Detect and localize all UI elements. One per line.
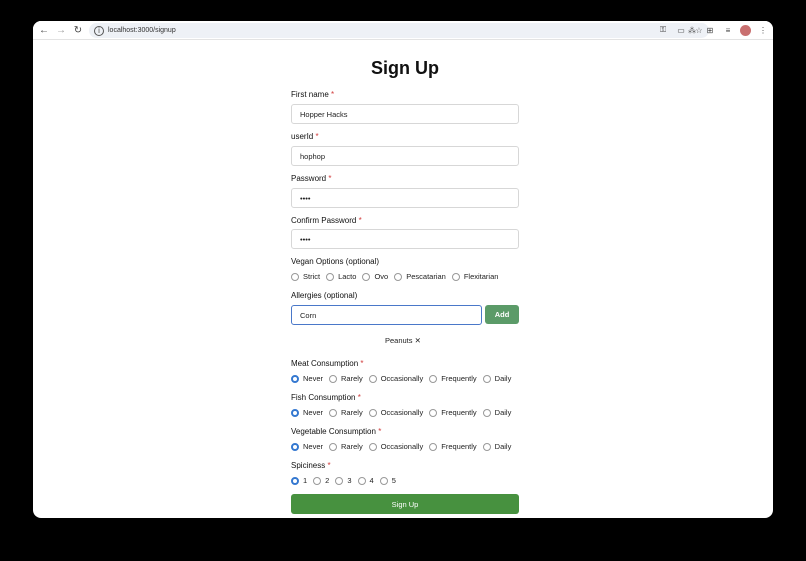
radio-icon[interactable]: [482, 408, 491, 417]
confirm-password-label: Confirm Password *: [291, 216, 362, 225]
radio-icon[interactable]: [429, 442, 438, 451]
vegetable-option[interactable]: Never: [291, 442, 323, 451]
fish-options: Never Rarely Occasionally Frequently Dai…: [291, 408, 517, 417]
vegetable-option[interactable]: Daily: [482, 442, 511, 451]
browser-window: ← → ↻ i localhost:3000/signup ⚿ ▭ ☆ ⁂ ⊞ …: [33, 21, 773, 518]
first-name-label: First name *: [291, 90, 335, 99]
radio-icon[interactable]: [329, 442, 338, 451]
radio-icon[interactable]: [357, 476, 366, 485]
fish-option[interactable]: Daily: [482, 408, 511, 417]
sign-up-button[interactable]: Sign Up: [291, 494, 519, 514]
user-id-input[interactable]: hophop: [291, 146, 519, 166]
user-id-label: userId *: [291, 132, 319, 141]
allergy-tag[interactable]: Peanuts ✕: [385, 336, 421, 345]
forward-arrow-icon[interactable]: →: [54, 23, 68, 37]
spiciness-option[interactable]: 2: [313, 476, 329, 485]
spiciness-label: Spiciness *: [291, 461, 331, 470]
add-allergy-button[interactable]: Add: [485, 305, 519, 324]
allergies-label: Allergies (optional): [291, 291, 358, 300]
fish-option[interactable]: Occasionally: [368, 408, 423, 417]
info-icon[interactable]: i: [94, 25, 104, 36]
radio-icon[interactable]: [379, 476, 388, 485]
radio-icon[interactable]: [335, 476, 344, 485]
radio-checked-icon[interactable]: [291, 408, 299, 417]
radio-icon[interactable]: [313, 476, 322, 485]
menu-icon[interactable]: ⋮: [757, 24, 769, 36]
radio-icon[interactable]: [329, 408, 338, 417]
puzzle-icon[interactable]: ⊞: [704, 24, 716, 36]
tab-search-icon[interactable]: ≡: [722, 24, 734, 36]
meat-option[interactable]: Never: [291, 374, 323, 383]
vegetable-option[interactable]: Frequently: [429, 442, 477, 451]
meat-option[interactable]: Frequently: [429, 374, 477, 383]
extension-shortcut-icon[interactable]: ⁂: [686, 24, 698, 36]
radio-icon[interactable]: [368, 442, 377, 451]
radio-icon[interactable]: [362, 272, 371, 281]
first-name-input[interactable]: Hopper Hacks: [291, 104, 519, 124]
vegan-option[interactable]: Ovo: [362, 272, 388, 281]
radio-icon[interactable]: [326, 272, 335, 281]
password-label: Password *: [291, 174, 332, 183]
radio-icon[interactable]: [291, 272, 299, 281]
radio-icon[interactable]: [394, 272, 403, 281]
meat-option[interactable]: Rarely: [329, 374, 363, 383]
meat-option[interactable]: Occasionally: [368, 374, 423, 383]
back-arrow-icon[interactable]: ←: [37, 23, 51, 37]
radio-checked-icon[interactable]: [291, 476, 299, 485]
vegetable-label: Vegetable Consumption *: [291, 427, 382, 436]
radio-icon[interactable]: [329, 374, 338, 383]
url-text: localhost:3000/signup: [108, 27, 176, 34]
avatar[interactable]: [740, 24, 751, 36]
vegan-label: Vegan Options (optional): [291, 257, 380, 266]
vegan-option[interactable]: Flexitarian: [451, 272, 498, 281]
radio-checked-icon[interactable]: [291, 374, 299, 383]
vegan-option[interactable]: Strict: [291, 272, 320, 281]
fish-option[interactable]: Never: [291, 408, 323, 417]
allergies-input[interactable]: Corn: [291, 305, 482, 325]
radio-icon[interactable]: [368, 408, 377, 417]
radio-icon[interactable]: [482, 442, 491, 451]
browser-toolbar: ← → ↻ i localhost:3000/signup ⚿ ▭ ☆ ⁂ ⊞ …: [33, 21, 773, 40]
radio-icon[interactable]: [429, 374, 438, 383]
vegetable-options: Never Rarely Occasionally Frequently Dai…: [291, 442, 517, 451]
spiciness-options: 1 2 3 4 5: [291, 476, 402, 485]
fish-label: Fish Consumption *: [291, 393, 361, 402]
spiciness-option[interactable]: 3: [335, 476, 352, 485]
spiciness-option[interactable]: 1: [291, 476, 307, 485]
radio-icon[interactable]: [368, 374, 377, 383]
vegan-options: Strict Lacto Ovo Pescatarian Flexitarian: [291, 272, 504, 281]
radio-icon[interactable]: [451, 272, 460, 281]
reload-icon[interactable]: ↻: [71, 23, 85, 37]
radio-icon[interactable]: [482, 374, 491, 383]
fish-option[interactable]: Frequently: [429, 408, 477, 417]
password-input[interactable]: ••••: [291, 188, 519, 208]
key-icon[interactable]: ⚿: [657, 24, 669, 36]
meat-option[interactable]: Daily: [482, 374, 511, 383]
meat-label: Meat Consumption *: [291, 359, 364, 368]
vegetable-option[interactable]: Rarely: [329, 442, 363, 451]
page-title: Sign Up: [371, 58, 439, 78]
radio-icon[interactable]: [429, 408, 438, 417]
radio-checked-icon[interactable]: [291, 442, 299, 451]
spiciness-option[interactable]: 5: [379, 476, 396, 485]
vegan-option[interactable]: Pescatarian: [394, 272, 446, 281]
vegetable-option[interactable]: Occasionally: [368, 442, 423, 451]
vegan-option[interactable]: Lacto: [326, 272, 356, 281]
confirm-password-input[interactable]: ••••: [291, 229, 519, 249]
address-bar[interactable]: i localhost:3000/signup ⚿ ▭ ☆: [89, 23, 709, 38]
fish-option[interactable]: Rarely: [329, 408, 363, 417]
meat-options: Never Rarely Occasionally Frequently Dai…: [291, 374, 517, 383]
spiciness-option[interactable]: 4: [357, 476, 374, 485]
